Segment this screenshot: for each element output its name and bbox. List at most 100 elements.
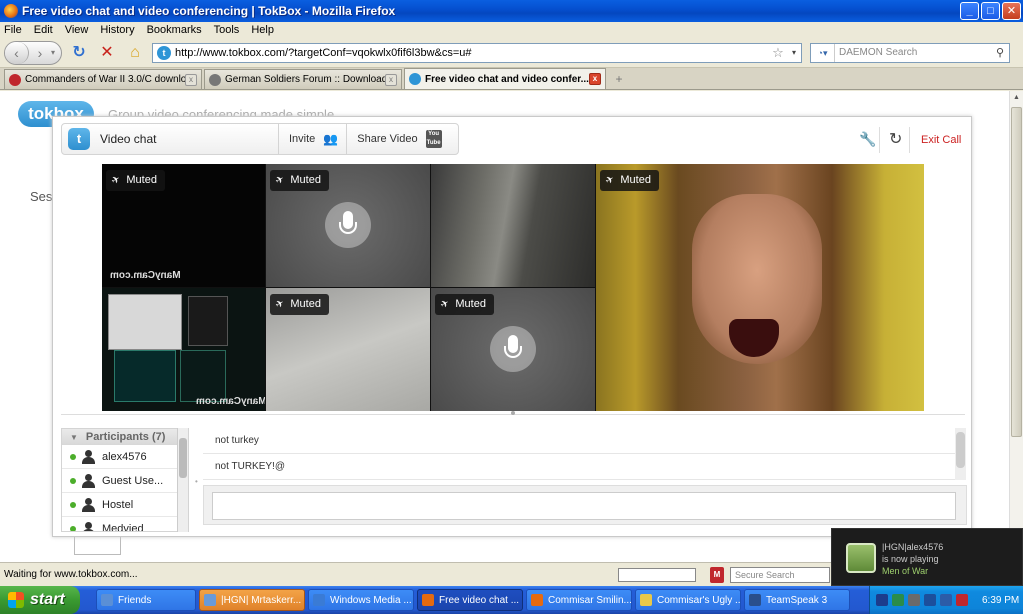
search-go-icon[interactable]: ⚲ (991, 46, 1009, 59)
menu-help[interactable]: Help (251, 24, 274, 36)
bookmark-star-icon[interactable]: ☆ (769, 45, 787, 61)
chat-input[interactable] (212, 492, 956, 520)
taskbar-item-commisar-ugly[interactable]: Commisar's Ugly ... (635, 589, 741, 611)
navigation-toolbar: ‹ › ▾ ↻ ✕ ⌂ t http://www.tokbox.com/?tar… (0, 38, 1023, 68)
history-dropdown[interactable]: ▾ (51, 48, 55, 57)
video-tile[interactable]: ✈ Muted (266, 164, 430, 287)
minimize-button[interactable]: _ (960, 2, 979, 20)
help-tray-icon[interactable] (876, 594, 888, 606)
scrollbar-thumb[interactable] (956, 432, 965, 468)
secure-search-input[interactable]: Secure Search (730, 566, 830, 583)
menu-history[interactable]: History (100, 24, 134, 36)
taskbar-item-label: Friends (118, 594, 152, 606)
search-engine-icon[interactable]: ◔▾ (811, 43, 835, 62)
exit-call-button[interactable]: Exit Call (921, 134, 961, 146)
video-tile[interactable]: ✈ Muted (266, 288, 430, 411)
scroll-up-icon[interactable]: ▲ (1010, 91, 1023, 105)
video-tile[interactable]: ManyCam.com (102, 288, 265, 411)
url-dropdown-icon[interactable]: ▾ (787, 48, 801, 57)
scrollbar-thumb[interactable] (179, 438, 187, 478)
menu-bookmarks[interactable]: Bookmarks (147, 24, 202, 36)
muted-label: Muted (290, 298, 321, 310)
participant-row[interactable]: alex4576 (62, 445, 188, 469)
maximize-button[interactable]: □ (981, 2, 1000, 20)
window-title-bar: Free video chat and video conferencing |… (0, 0, 1023, 22)
firefox-icon (422, 594, 434, 606)
settings-wrench-icon[interactable]: 🔧 (859, 131, 876, 148)
resize-handle[interactable] (511, 411, 515, 415)
mcafee-tray-icon[interactable] (956, 594, 968, 606)
mic-muted-icon: ✈ (438, 297, 452, 312)
mic-muted-icon: ✈ (273, 297, 287, 312)
people-icon: 👥 (323, 132, 338, 146)
close-window-button[interactable]: ✕ (1002, 2, 1021, 20)
menu-edit[interactable]: Edit (34, 24, 53, 36)
taskbar-item-hgn-chat[interactable]: |HGN| Mrtaskerr... (199, 589, 305, 611)
teamspeak-icon (749, 594, 761, 606)
bluetooth-tray-icon[interactable] (940, 594, 952, 606)
refresh-icon[interactable]: ↻ (889, 129, 902, 149)
taskbar-item-friends[interactable]: Friends (96, 589, 196, 611)
tab-label: German Soldiers Forum :: Download - G... (225, 74, 385, 85)
back-button[interactable]: ‹ (5, 41, 29, 64)
start-button[interactable]: start (0, 586, 80, 614)
reload-icon[interactable]: ↻ (68, 42, 90, 64)
taskbar-item-teamspeak[interactable]: TeamSpeak 3 (744, 589, 850, 611)
tab-close-icon[interactable]: x (185, 73, 197, 86)
steam-tray-icon[interactable] (908, 594, 920, 606)
participant-row[interactable]: Guest Use... (62, 469, 188, 493)
page-scrollbar[interactable]: ▲ ▼ (1009, 91, 1023, 562)
video-tile[interactable]: ✈ Muted ManyCam.com (102, 164, 265, 287)
person-icon (82, 521, 95, 531)
menu-file[interactable]: File (4, 24, 22, 36)
search-box[interactable]: ◔▾ DAEMON Search ⚲ (810, 42, 1010, 63)
clock[interactable]: 6:39 PM (982, 595, 1019, 606)
forward-button[interactable]: › (29, 45, 51, 61)
mcafee-shield-icon[interactable]: M (710, 566, 724, 583)
chat-scrollbar[interactable] (955, 428, 966, 480)
wifi-tray-icon[interactable] (924, 594, 936, 606)
network-tray-icon[interactable] (892, 594, 904, 606)
new-tab-button[interactable]: + (608, 69, 630, 89)
video-tile-large[interactable]: ✈ Muted (596, 164, 924, 411)
screen-window (108, 294, 182, 350)
collapse-triangle-icon[interactable]: ▼ (70, 433, 78, 442)
stop-icon[interactable]: ✕ (96, 42, 118, 64)
tab-german-soldiers-forum[interactable]: German Soldiers Forum :: Download - G...… (204, 69, 402, 89)
muted-badge: ✈ Muted (600, 170, 659, 191)
invite-button[interactable]: Invite 👥 (278, 124, 346, 154)
muted-badge: ✈ Muted (270, 170, 329, 191)
menu-tools[interactable]: Tools (214, 24, 240, 36)
taskbar-item-firefox-tokbox[interactable]: Free video chat ... (417, 589, 523, 611)
participant-row[interactable]: Medvied (62, 517, 188, 531)
tab-tokbox[interactable]: Free video chat and video confer... x (404, 68, 606, 89)
page-input-box[interactable] (74, 535, 121, 555)
participants-scrollbar[interactable] (177, 428, 188, 532)
video-tile[interactable]: ✈ Muted (431, 288, 595, 411)
tab-label: Commanders of War II 3.0/C download... (25, 74, 185, 85)
steam-notification[interactable]: |HGN|alex4576 is now playing Men of War (831, 528, 1023, 586)
home-icon[interactable]: ⌂ (124, 42, 146, 64)
tokbox-icon: t (68, 128, 90, 150)
tab-close-icon[interactable]: x (385, 73, 397, 86)
header-divider (909, 127, 910, 153)
tab-close-icon[interactable]: x (589, 73, 601, 85)
participant-row[interactable]: Hostel (62, 493, 188, 517)
url-text[interactable]: http://www.tokbox.com/?targetConf=vqokwl… (175, 47, 769, 59)
muted-badge: ✈ Muted (270, 294, 329, 315)
participants-header[interactable]: ▼ Participants (7) (62, 429, 188, 445)
video-tile[interactable] (431, 164, 595, 287)
tab-commanders-of-war[interactable]: Commanders of War II 3.0/C download... x (4, 69, 202, 89)
search-input[interactable]: DAEMON Search (835, 47, 991, 58)
manycam-watermark: ManyCam.com (196, 396, 265, 407)
panel-splitter[interactable]: • (195, 477, 198, 486)
url-bar[interactable]: t http://www.tokbox.com/?targetConf=vqok… (152, 42, 802, 63)
share-video-button[interactable]: Share Video You Tube (346, 124, 451, 154)
site-favicon-icon: t (157, 45, 171, 60)
scrollbar-thumb[interactable] (1011, 107, 1022, 437)
taskbar-item-windows-media[interactable]: Windows Media ... (308, 589, 414, 611)
muted-label: Muted (126, 174, 157, 186)
start-label: start (30, 591, 65, 608)
menu-view[interactable]: View (65, 24, 89, 36)
taskbar-item-commisar-smiling[interactable]: Commisar Smilin... (526, 589, 632, 611)
